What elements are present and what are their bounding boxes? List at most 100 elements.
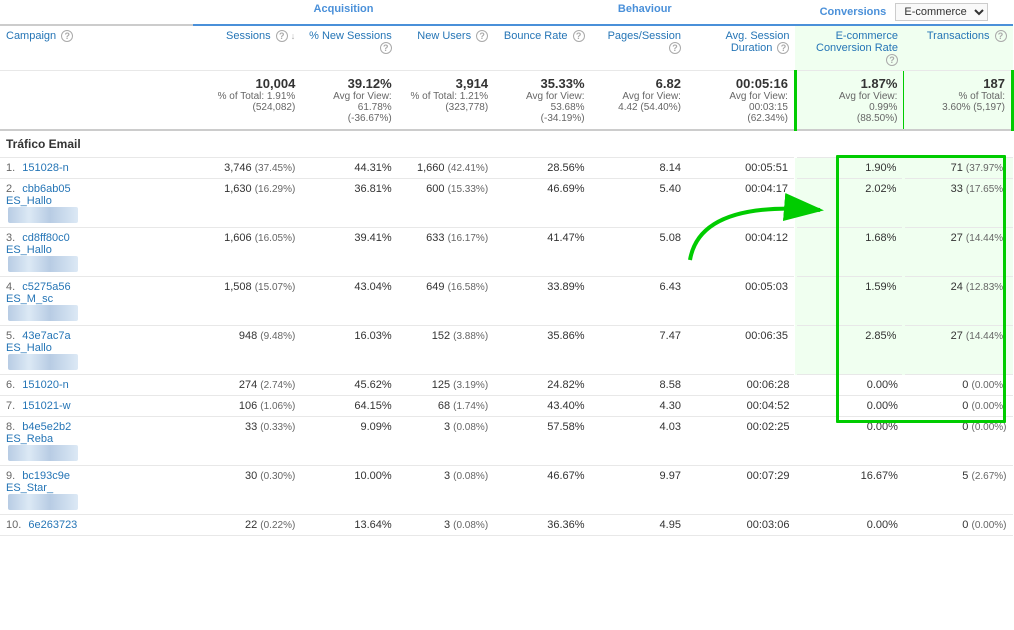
avg-session-help-icon[interactable]: ? — [777, 42, 789, 54]
row-new-users-pct: (42.41%) — [448, 163, 489, 174]
row-campaign-link[interactable]: 151020-n — [22, 379, 69, 391]
row-campaign-cell: 9. bc193c9e ES_Star_ — [0, 466, 193, 515]
row-new-sessions-cell: 45.62% — [301, 375, 397, 396]
row-campaign-link[interactable]: 6e263723 — [28, 519, 77, 531]
row-new-users-cell: 3 (0.08%) — [398, 466, 494, 515]
totals-new-sessions-value: 39.12% — [307, 76, 391, 91]
row-new-sessions-cell: 10.00% — [301, 466, 397, 515]
totals-bounce-cell: 35.33% Avg for View:53.68%(-34.19%) — [494, 71, 590, 131]
row-campaign-link2[interactable]: ES_Hallo — [6, 342, 52, 354]
campaign-header-label[interactable]: Campaign — [6, 30, 56, 42]
blurred-content — [8, 445, 78, 461]
row-number: 4. — [6, 281, 15, 293]
row-campaign-link[interactable]: cd8ff80c0 — [22, 232, 70, 244]
row-campaign-link2[interactable]: ES_Hallo — [6, 195, 52, 207]
ecommerce-rate-header-label[interactable]: E-commerce Conversion Rate — [816, 30, 898, 54]
row-number: 2. — [6, 183, 15, 195]
row-new-users-pct: (0.08%) — [453, 471, 488, 482]
bounce-help-icon[interactable]: ? — [573, 30, 585, 42]
new-sessions-header-label[interactable]: % New Sessions — [309, 30, 392, 42]
sessions-sort-icon[interactable]: ↓ — [291, 31, 296, 41]
table-row: 3. cd8ff80c0 ES_Hallo 1,606 (16.05%) 39.… — [0, 228, 1013, 277]
row-bounce-cell: 57.58% — [494, 417, 590, 466]
row-new-sessions-cell: 43.04% — [301, 277, 397, 326]
new-users-help-icon[interactable]: ? — [476, 30, 488, 42]
behaviour-group-header: Behaviour — [494, 0, 795, 25]
row-new-sessions-cell: 13.64% — [301, 515, 397, 536]
row-pages-cell: 8.58 — [591, 375, 687, 396]
table-row: 2. cbb6ab05 ES_Hallo 1,630 (16.29%) 36.8… — [0, 179, 1013, 228]
totals-sessions-sub: % of Total: 1.91%(524,082) — [199, 91, 295, 113]
row-campaign-link2[interactable]: ES_Star_ — [6, 482, 53, 494]
row-pages-cell: 5.40 — [591, 179, 687, 228]
row-campaign-link2[interactable]: ES_Hallo — [6, 244, 52, 256]
row-campaign-link[interactable]: c5275a56 — [22, 281, 70, 293]
row-transactions-pct: (0.00%) — [971, 422, 1006, 433]
row-sessions-cell: 3,746 (37.45%) — [193, 158, 301, 179]
row-campaign-cell: 2. cbb6ab05 ES_Hallo — [0, 179, 193, 228]
row-new-users-cell: 3 (0.08%) — [398, 515, 494, 536]
row-avg-session-cell: 00:06:35 — [687, 326, 796, 375]
row-sessions-cell: 22 (0.22%) — [193, 515, 301, 536]
row-campaign-link[interactable]: b4e5e2b2 — [22, 421, 71, 433]
ecommerce-rate-help-icon[interactable]: ? — [886, 54, 898, 66]
row-campaign-link[interactable]: bc193c9e — [22, 470, 70, 482]
totals-new-users-cell: 3,914 % of Total: 1.21%(323,778) — [398, 71, 494, 131]
row-campaign-link[interactable]: cbb6ab05 — [22, 183, 70, 195]
totals-transactions-cell: 187 % of Total:3.60% (5,197) — [904, 71, 1013, 131]
totals-pages-value: 6.82 — [597, 76, 681, 91]
totals-pages-cell: 6.82 Avg for View:4.42 (54.40%) — [591, 71, 687, 131]
ecommerce-dropdown[interactable]: E-commerce — [895, 3, 988, 21]
row-transactions-pct: (0.00%) — [971, 380, 1006, 391]
row-ecommerce-cell: 0.00% — [795, 417, 903, 466]
row-sessions-pct: (0.33%) — [260, 422, 295, 433]
row-number: 7. — [6, 400, 15, 412]
row-new-users-pct: (1.74%) — [453, 401, 488, 412]
pages-help-icon[interactable]: ? — [669, 42, 681, 54]
row-campaign-cell: 5. 43e7ac7a ES_Hallo — [0, 326, 193, 375]
totals-sessions-value: 10,004 — [199, 76, 295, 91]
row-avg-session-cell: 00:05:51 — [687, 158, 796, 179]
group-header-row: Acquisition Behaviour Conversions E-comm… — [0, 0, 1013, 25]
transactions-help-icon[interactable]: ? — [995, 30, 1007, 42]
row-campaign-link[interactable]: 43e7ac7a — [22, 330, 70, 342]
table-row: 1. 151028-n 3,746 (37.45%) 44.31% 1,660 … — [0, 158, 1013, 179]
row-campaign-cell: 1. 151028-n — [0, 158, 193, 179]
pages-col-header: Pages/Session ? — [591, 25, 687, 71]
row-campaign-link2[interactable]: ES_M_sc — [6, 293, 53, 305]
totals-ecommerce-sub: Avg for View:0.99%(88.50%) — [803, 91, 897, 124]
row-number: 5. — [6, 330, 15, 342]
row-transactions-pct: (2.67%) — [971, 471, 1006, 482]
row-ecommerce-cell: 16.67% — [795, 466, 903, 515]
transactions-header-label[interactable]: Transactions — [927, 30, 990, 42]
row-campaign-link2[interactable]: ES_Reba — [6, 433, 53, 445]
row-transactions-cell: 24 (12.83%) — [904, 277, 1013, 326]
row-bounce-cell: 41.47% — [494, 228, 590, 277]
row-avg-session-cell: 00:06:28 — [687, 375, 796, 396]
row-sessions-pct: (0.22%) — [260, 520, 295, 531]
transactions-col-header: Transactions ? — [904, 25, 1013, 71]
row-campaign-link[interactable]: 151021-w — [22, 400, 70, 412]
row-number: 8. — [6, 421, 15, 433]
bounce-header-label[interactable]: Bounce Rate — [504, 30, 568, 42]
conversions-label: Conversions — [820, 6, 887, 18]
row-bounce-cell: 28.56% — [494, 158, 590, 179]
row-avg-session-cell: 00:03:06 — [687, 515, 796, 536]
new-sessions-help-icon[interactable]: ? — [380, 42, 392, 54]
totals-pages-sub: Avg for View:4.42 (54.40%) — [597, 91, 681, 113]
row-bounce-cell: 43.40% — [494, 396, 590, 417]
new-sessions-col-header: % New Sessions ? — [301, 25, 397, 71]
row-new-users-pct: (16.17%) — [448, 233, 489, 244]
new-users-header-label[interactable]: New Users — [417, 30, 471, 42]
sessions-header-label[interactable]: Sessions — [226, 30, 271, 42]
blurred-content — [8, 494, 78, 510]
totals-bounce-sub: Avg for View:53.68%(-34.19%) — [500, 91, 584, 124]
row-transactions-pct: (37.97%) — [966, 163, 1007, 174]
blurred-content — [8, 354, 78, 370]
sessions-help-icon[interactable]: ? — [276, 30, 288, 42]
campaign-help-icon[interactable]: ? — [61, 30, 73, 42]
pages-header-label[interactable]: Pages/Session — [608, 30, 681, 42]
totals-avg-value: 00:05:16 — [693, 76, 788, 91]
row-campaign-link[interactable]: 151028-n — [22, 162, 69, 174]
row-bounce-cell: 33.89% — [494, 277, 590, 326]
